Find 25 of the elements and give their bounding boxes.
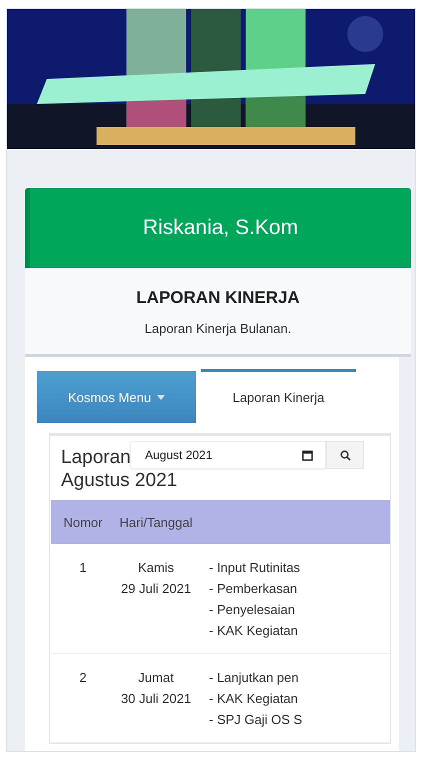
month-field[interactable]: August 2021: [130, 441, 326, 469]
task-item: - Pemberkasan: [209, 580, 298, 598]
search-icon: [340, 450, 350, 460]
search-button[interactable]: [326, 441, 364, 469]
table-cell-text: 29 Juli 2021: [120, 580, 192, 598]
table-cell-text: 30 Juli 2021: [120, 690, 192, 708]
report-heading: Laporan: [61, 446, 131, 469]
task-item: - Lanjutkan pen: [209, 669, 300, 687]
task-item: - Penyelesaian: [209, 601, 296, 619]
task-item: - KAK Kegiatan: [209, 622, 299, 640]
task-item: - KAK Kegiatan: [209, 690, 299, 708]
task-item: - SPJ Gaji OS S: [209, 711, 304, 729]
user-name-banner: Riskania, S.Kom: [25, 188, 411, 268]
task-item: - Input Rutinitas: [209, 559, 302, 577]
caret-icon: [157, 394, 166, 400]
table-cell: 2: [79, 670, 87, 685]
calendar-icon: [302, 450, 313, 460]
table-cell-text: Jumat: [137, 669, 175, 687]
table-cell: 1: [79, 560, 87, 575]
table-cell-text: Kamis: [136, 559, 176, 577]
column-header: Nomor: [51, 500, 115, 544]
page-subtitle: Laporan Kinerja Bulanan.: [144, 321, 292, 336]
report-heading: Agustus 2021: [61, 469, 178, 492]
page-title: LAPORAN KINERJA: [135, 288, 301, 308]
column-header: Hari/Tanggal: [115, 500, 197, 544]
